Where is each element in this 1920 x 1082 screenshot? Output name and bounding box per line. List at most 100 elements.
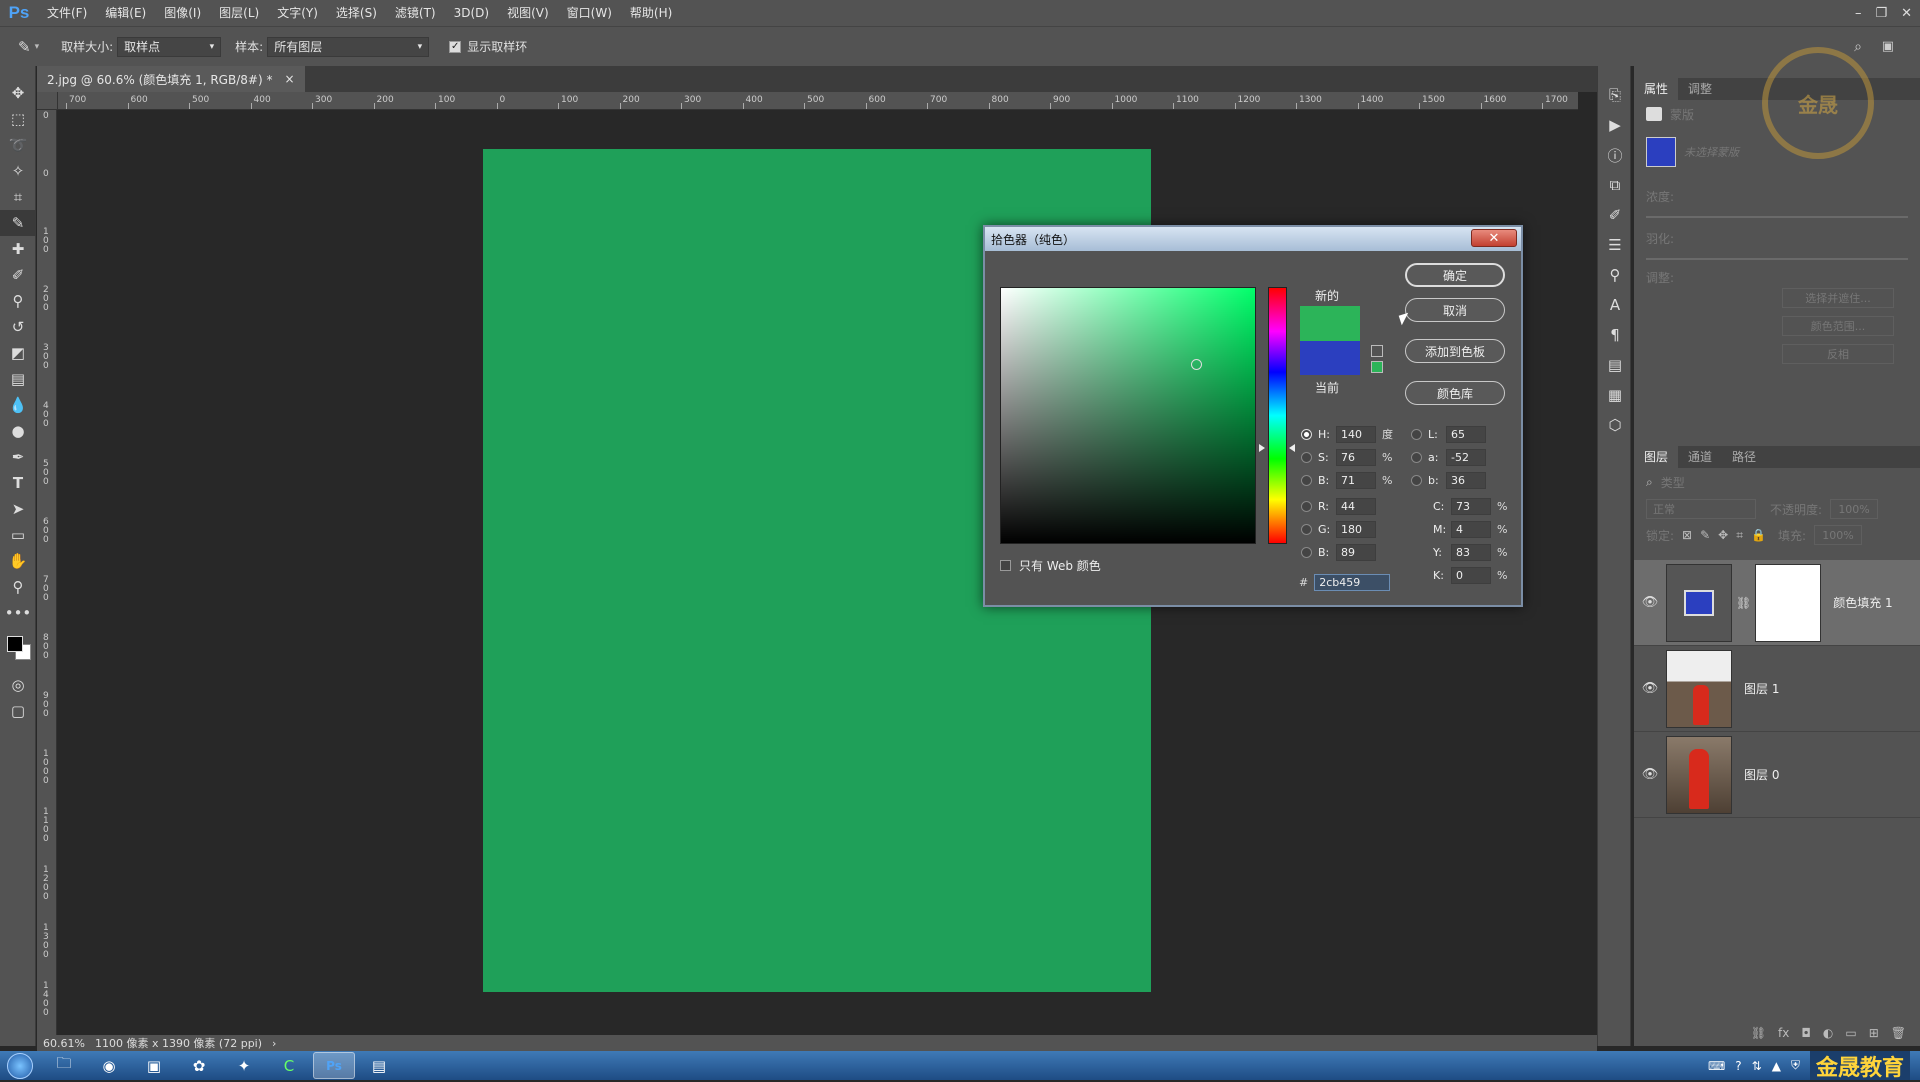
visibility-eye-icon[interactable]: 👁 [1634,595,1666,610]
color-libraries-button[interactable]: 颜色库 [1405,381,1505,405]
web-colors-only-option[interactable]: 只有 Web 颜色 [1000,557,1101,574]
more-tools-icon[interactable]: ••• [0,600,36,626]
magenta-input[interactable]: 4 [1451,520,1491,538]
blue-input[interactable]: 89 [1336,543,1376,561]
new-group-icon[interactable]: ▭ [1845,1026,1856,1040]
fill-input[interactable]: 100% [1814,525,1862,545]
layer-style-icon[interactable]: fx [1778,1026,1789,1040]
zoom-level[interactable]: 60.61% [43,1037,85,1050]
restore-button[interactable]: ❐ [1875,6,1887,21]
cyan-field[interactable]: C: 73% [1433,497,1507,515]
tray-expand-icon[interactable]: ▲ [1772,1059,1781,1073]
saturation-field[interactable]: S: 76% [1301,448,1392,466]
brightness-field[interactable]: B: 71% [1301,471,1392,489]
green-radio[interactable] [1301,523,1312,535]
vertical-ruler[interactable]: 0 0 100 200 300 400 500 600 700 800 900 1000 1100 120… [37,110,57,1035]
eyedropper-tool-icon[interactable]: ✎ [0,210,36,236]
menu-filter[interactable]: 滤镜(T) [386,0,445,26]
hue-input[interactable]: 140 [1336,425,1376,443]
tool-presets-icon[interactable]: ⚲ [1598,260,1632,290]
history-brush-tool-icon[interactable]: ↺ [0,314,36,340]
photoshop-taskbar-icon[interactable]: Ps [313,1052,355,1079]
brush-tool-icon[interactable]: ✐ [0,262,36,288]
help-icon[interactable]: ? [1735,1059,1741,1073]
add-mask-icon[interactable]: ◘ [1801,1026,1811,1040]
add-to-swatches-button[interactable]: 添加到色板 [1405,339,1505,363]
lab-a-radio[interactable] [1411,451,1422,463]
zoom-tool-icon[interactable]: ⚲ [0,574,36,600]
dodge-tool-icon[interactable]: ● [0,418,36,444]
character-icon[interactable]: A [1598,290,1632,320]
pen-tool-icon[interactable]: ✒ [0,444,36,470]
current-color-swatch[interactable] [1300,341,1360,375]
lock-position-icon[interactable]: ✥ [1718,528,1728,542]
color-swatches[interactable] [0,626,35,672]
saturation-input[interactable]: 76 [1336,448,1376,466]
network-icon[interactable]: ⇅ [1752,1059,1762,1073]
tab-paths[interactable]: 路径 [1722,446,1766,468]
libraries-icon[interactable]: ▤ [1598,350,1632,380]
network-app-icon[interactable]: ✿ [178,1052,220,1079]
tab-layers[interactable]: 图层 [1634,446,1679,468]
browser-icon[interactable]: ◉ [88,1052,130,1079]
menu-layer[interactable]: 图层(L) [210,0,268,26]
cancel-button[interactable]: 取消 [1405,298,1505,322]
new-layer-icon[interactable]: ⊞ [1869,1026,1879,1040]
brightness-radio[interactable] [1301,474,1312,486]
gradient-tool-icon[interactable]: ▤ [0,366,36,392]
saturation-brightness-field[interactable] [1000,287,1256,544]
screen-mode-icon[interactable]: ▢ [0,698,36,724]
actions-icon[interactable]: ▶ [1598,110,1632,140]
layer-filter-type[interactable]: 类型 [1661,474,1685,491]
image-viewer-icon[interactable]: ▣ [133,1052,175,1079]
web-colors-only-checkbox[interactable] [1000,560,1011,571]
hue-field[interactable]: H: 140 度 [1301,425,1393,443]
web-safe-swatch[interactable] [1371,361,1383,373]
yellow-field[interactable]: Y: 83% [1433,543,1507,561]
tab-adjustments[interactable]: 调整 [1678,78,1722,100]
close-tab-icon[interactable]: × [284,72,294,86]
saturation-radio[interactable] [1301,451,1312,463]
opacity-input[interactable]: 100% [1830,499,1879,519]
lock-transparency-icon[interactable]: ⊠ [1682,528,1692,542]
notes-icon[interactable]: ▦ [1598,380,1632,410]
brush-settings-icon[interactable]: ✐ [1598,200,1632,230]
adjustments-icon[interactable]: ☰ [1598,230,1632,260]
green-field[interactable]: G: 180 [1301,520,1376,538]
delete-layer-icon[interactable]: 🗑 [1891,1026,1906,1040]
status-menu-arrow-icon[interactable]: › [272,1037,276,1050]
lab-b-radio[interactable] [1411,474,1422,486]
lab-l-field[interactable]: L: 65 [1411,425,1486,443]
black-field[interactable]: K: 0% [1433,566,1507,584]
color-range-button[interactable]: 颜色范围... [1782,316,1894,336]
crop-tool-icon[interactable]: ⌗ [0,184,36,210]
blue-field[interactable]: B: 89 [1301,543,1376,561]
path-selection-tool-icon[interactable]: ➤ [0,496,36,522]
tab-channels[interactable]: 通道 [1678,446,1722,468]
marquee-tool-icon[interactable]: ⬚ [0,106,36,132]
paragraph-icon[interactable]: ¶ [1598,320,1632,350]
type-tool-icon[interactable]: T [0,470,36,496]
link-layers-icon[interactable]: ⛓ [1751,1026,1766,1040]
clone-stamp-tool-icon[interactable]: ⚲ [0,288,36,314]
lab-l-input[interactable]: 65 [1446,425,1486,443]
tab-properties[interactable]: 属性 [1634,78,1679,100]
healing-brush-tool-icon[interactable]: ✚ [0,236,36,262]
eyedropper-icon[interactable]: ✎ [18,38,31,56]
cyan-input[interactable]: 73 [1451,497,1491,515]
menu-select[interactable]: 选择(S) [327,0,386,26]
3d-icon[interactable]: ⬡ [1598,410,1632,440]
red-input[interactable]: 44 [1336,497,1376,515]
menu-edit[interactable]: 编辑(E) [96,0,155,26]
lasso-tool-icon[interactable]: ➰ [0,132,36,158]
chain-link-icon[interactable]: ⛓ [1736,596,1751,610]
search-icon[interactable]: ⌕ [1646,475,1653,490]
layer-row[interactable]: 👁 ⛓ 颜色填充 1 [1634,560,1920,646]
show-ring-checkbox[interactable]: ✓ [449,40,462,53]
black-input[interactable]: 0 [1451,566,1491,584]
magenta-field[interactable]: M: 4% [1433,520,1507,538]
adjustment-layer-icon[interactable]: ◐ [1823,1026,1833,1040]
start-button[interactable] [0,1051,40,1080]
visibility-eye-icon[interactable]: 👁 [1634,681,1666,696]
media-app-icon[interactable]: ✦ [223,1052,265,1079]
